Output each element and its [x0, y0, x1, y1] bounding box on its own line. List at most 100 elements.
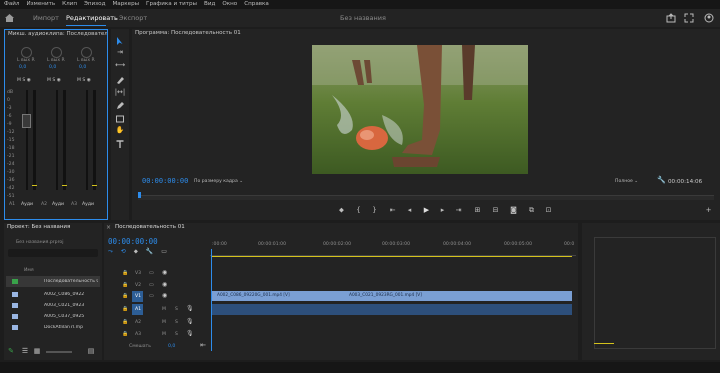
playhead-marker[interactable] [138, 192, 141, 198]
lock-icon[interactable]: 🔒 [122, 331, 128, 337]
list-item[interactable]: A005_C037_0925 [6, 311, 100, 322]
menu-view[interactable]: Вид [204, 0, 215, 9]
track-select-icon[interactable]: ⇥ [115, 48, 125, 56]
insert-icon[interactable]: ⊞ [472, 206, 483, 214]
slip-tool-icon[interactable]: |↔| [114, 88, 126, 96]
lock-icon[interactable]: 🔒 [122, 293, 128, 299]
list-item[interactable]: DockAtlilan7l.mp [6, 322, 100, 333]
type-tool-icon[interactable] [115, 139, 125, 149]
eye-icon[interactable]: ◉ [162, 292, 167, 299]
lock-icon[interactable]: 🔒 [122, 306, 128, 312]
sync-lock-icon[interactable]: ▭ [149, 270, 154, 276]
menu-file[interactable]: Файл [4, 0, 19, 9]
menu-help[interactable]: Справка [244, 0, 269, 9]
mix-value[interactable]: 0,0 [168, 344, 175, 349]
menu-graphics[interactable]: Графика и титры [146, 0, 197, 9]
workspace-export[interactable]: Экспорт [119, 9, 147, 27]
work-area-bar[interactable] [212, 256, 572, 257]
pan-knob[interactable] [21, 47, 32, 58]
list-item[interactable]: A003_C021_0923 [6, 300, 100, 311]
selection-tool-icon[interactable] [115, 36, 125, 46]
add-marker-icon[interactable]: ⬥ [134, 248, 138, 255]
export-frame-icon[interactable]: ◙ [508, 206, 519, 214]
list-item[interactable]: Последовательность 01 [6, 276, 100, 287]
quick-export-icon[interactable] [666, 13, 676, 23]
play-icon[interactable]: ▶ [422, 206, 431, 214]
close-icon[interactable]: × [106, 224, 111, 231]
program-timecode[interactable]: 00:00:00:00 [142, 177, 188, 185]
step-forward-icon[interactable]: ▸ [438, 206, 447, 214]
rectangle-tool-icon[interactable] [115, 114, 125, 124]
microphone-icon[interactable]: 🎙 [186, 305, 194, 312]
lock-icon[interactable]: 🔒 [122, 270, 128, 276]
pan-value[interactable]: 0,0 [49, 65, 56, 70]
fullscreen-icon[interactable] [684, 13, 694, 23]
go-to-out-icon[interactable]: ⇥ [454, 206, 463, 214]
msr-buttons[interactable]: M S ◉ [77, 78, 91, 83]
list-view-icon[interactable]: ☰ [21, 347, 29, 355]
microphone-icon[interactable]: 🎙 [186, 330, 194, 337]
fader-handle[interactable] [22, 114, 31, 128]
time-ruler[interactable]: :00:00 00:00:01:00 00:00:02:00 00:00:03:… [210, 241, 576, 256]
msr-buttons[interactable]: M S ◉ [47, 78, 61, 83]
microphone-icon[interactable]: 🎙 [186, 318, 194, 325]
wrench-icon[interactable]: 🔧 [146, 248, 153, 255]
column-header-name[interactable]: Имя [24, 268, 34, 273]
lock-icon[interactable]: 🔒 [122, 282, 128, 288]
zoom-slider[interactable] [46, 351, 72, 353]
compare-icon[interactable]: ⧉ [526, 206, 537, 215]
video-clip-1[interactable]: A002_C086_09220G_001.mp4 [V] [212, 291, 344, 301]
hand-tool-icon[interactable]: ✋ [115, 126, 125, 134]
overwrite-icon[interactable]: ⊟ [490, 206, 501, 214]
solo-button[interactable]: S [175, 307, 178, 312]
pan-value[interactable]: 0,0 [19, 65, 26, 70]
settings-wrench-icon[interactable]: 🔧 [657, 176, 666, 184]
audio-clip-1[interactable] [212, 304, 344, 315]
ripple-edit-icon[interactable]: ⟷ [115, 61, 125, 69]
video-clip-2[interactable]: A003_C021_0923RG_001.mp4 [V] [344, 291, 572, 301]
audio-clip-2[interactable] [344, 304, 572, 315]
razor-tool-icon[interactable] [115, 75, 125, 85]
new-item-icon[interactable]: ▤ [87, 347, 95, 355]
msr-buttons[interactable]: M S ◉ [17, 78, 31, 83]
menu-markers[interactable]: Маркеры [112, 0, 139, 9]
fit-dropdown[interactable]: По размеру кадра ⌄ [194, 179, 243, 184]
menu-window[interactable]: Окно [222, 0, 237, 9]
home-icon[interactable] [4, 13, 15, 23]
pan-knob[interactable] [81, 47, 92, 58]
menu-clip[interactable]: Клип [62, 0, 77, 9]
captions-icon[interactable]: ▭ [161, 248, 167, 255]
mark-out-icon[interactable]: } [370, 206, 379, 214]
mark-in-icon[interactable]: { [354, 206, 363, 214]
linked-selection-icon[interactable]: ⟲ [121, 248, 126, 255]
solo-button[interactable]: S [175, 332, 178, 337]
solo-button[interactable]: S [175, 320, 178, 325]
workspace-import[interactable]: Импорт [33, 9, 59, 27]
mute-button[interactable]: M [162, 320, 166, 325]
pen-tool-icon[interactable] [115, 101, 125, 111]
list-item[interactable]: A002_C086_0922 [6, 289, 100, 300]
sync-lock-icon[interactable]: ▭ [149, 282, 154, 288]
eye-icon[interactable]: ◉ [162, 269, 167, 276]
timeline-tab[interactable]: Последовательность 01 [112, 223, 185, 232]
quality-dropdown[interactable]: Полное ⌄ [615, 179, 638, 184]
eye-icon[interactable]: ◉ [162, 281, 167, 288]
menu-edit[interactable]: Изменить [26, 0, 55, 9]
pencil-icon[interactable]: ✎ [7, 347, 15, 355]
mix-end-icon[interactable]: ⇤ [200, 341, 206, 349]
scrubber-bar[interactable] [138, 195, 714, 200]
user-icon[interactable] [704, 13, 714, 23]
project-search-input[interactable] [8, 249, 98, 257]
pan-value[interactable]: 0,0 [79, 65, 86, 70]
mute-button[interactable]: M [162, 332, 166, 337]
pan-knob[interactable] [51, 47, 62, 58]
go-to-in-icon[interactable]: ⇤ [388, 206, 397, 214]
add-marker-icon[interactable]: ⬥ [337, 206, 346, 215]
safe-margins-icon[interactable]: ⊡ [543, 206, 554, 214]
add-button-icon[interactable]: + [704, 206, 713, 214]
mute-button[interactable]: M [162, 307, 166, 312]
lock-icon[interactable]: 🔒 [122, 319, 128, 325]
timeline-timecode[interactable]: 00:00:00:00 [108, 237, 158, 246]
icon-view-icon[interactable]: ▦ [33, 347, 41, 355]
step-back-icon[interactable]: ◂ [405, 206, 414, 214]
